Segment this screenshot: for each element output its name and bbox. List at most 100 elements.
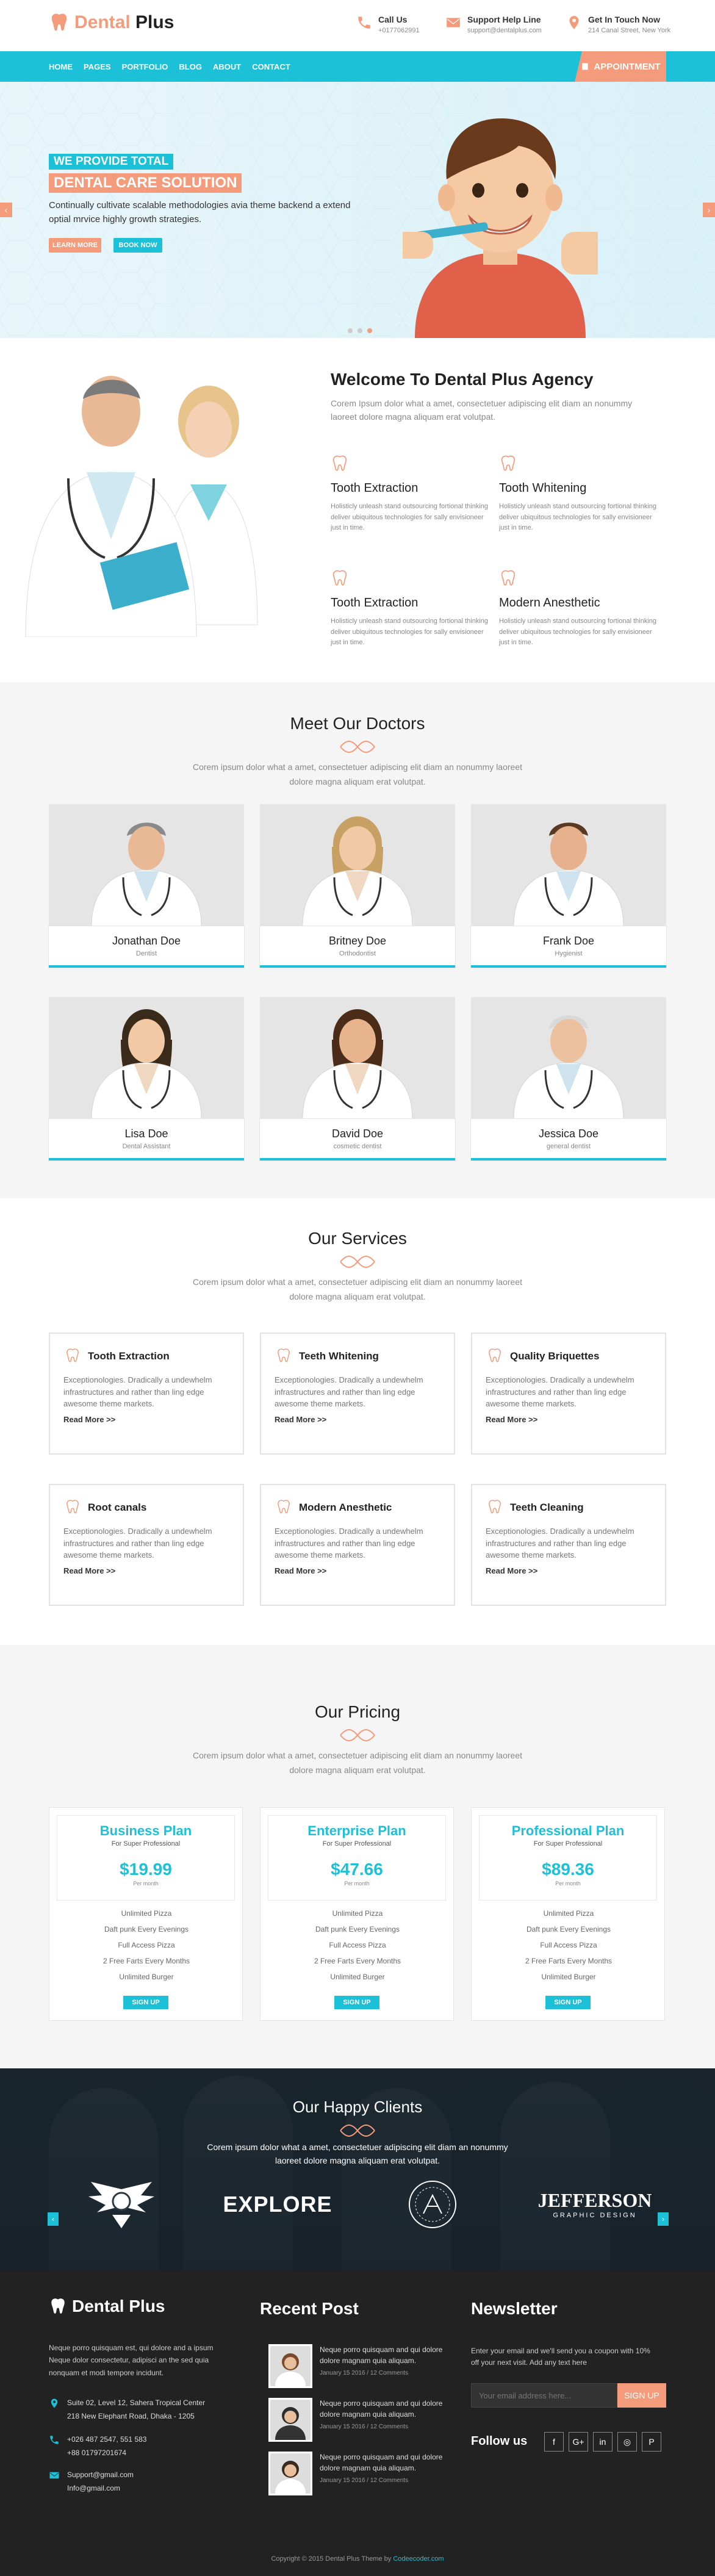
doctor-card[interactable]: David Doe cosmetic dentist bbox=[260, 997, 455, 1163]
recent-post[interactable]: Neque porro quisquam and qui dolore dolo… bbox=[268, 2398, 451, 2442]
doctor-name: Britney Doe bbox=[328, 935, 387, 947]
address-line: Suite 02, Level 12, Sahera Tropical Cent… bbox=[67, 2398, 206, 2407]
email-line[interactable]: Support@gmail.com bbox=[67, 2469, 134, 2482]
copyright-link[interactable]: Codeecoder.com bbox=[393, 2555, 444, 2563]
read-more-link[interactable]: Read More >> bbox=[275, 1415, 440, 1424]
doctor-card[interactable]: Lisa Doe Dental Assistant bbox=[49, 997, 244, 1163]
service-card[interactable]: Teeth Whitening Exceptionologies. Dradic… bbox=[260, 1333, 455, 1455]
read-more-link[interactable]: Read More >> bbox=[63, 1415, 229, 1424]
plan-feature: Unlimited Pizza bbox=[121, 1909, 172, 1918]
plan-feature: Unlimited Pizza bbox=[543, 1909, 594, 1918]
follow-us-label: Follow us bbox=[471, 2434, 528, 2448]
clients-next-arrow[interactable]: › bbox=[658, 2212, 669, 2226]
plan-feature: 2 Free Farts Every Months bbox=[314, 1957, 401, 1965]
recent-post[interactable]: Neque porro quisquam and qui dolore dolo… bbox=[268, 2344, 451, 2388]
feature-title: Tooth Whitening bbox=[499, 481, 587, 495]
nav-home[interactable]: HOME bbox=[49, 62, 73, 71]
nav-portfolio[interactable]: PORTFOLIO bbox=[122, 62, 168, 71]
plan-feature: Unlimited Burger bbox=[330, 1973, 385, 1981]
phone-line[interactable]: +88 01797201674 bbox=[67, 2447, 146, 2460]
read-more-link[interactable]: Read More >> bbox=[486, 1566, 652, 1575]
recent-post[interactable]: Neque porro quisquam and qui dolore dolo… bbox=[268, 2452, 451, 2495]
nav-about[interactable]: ABOUT bbox=[213, 62, 241, 71]
hero-next-arrow[interactable]: › bbox=[703, 203, 715, 217]
book-now-button[interactable]: BOOK NOW bbox=[113, 238, 162, 253]
phone-icon bbox=[50, 2436, 59, 2444]
doctor-photo bbox=[49, 804, 244, 926]
service-desc: Exceptionologies. Dradically a undewhelm… bbox=[486, 1375, 634, 1408]
welcome-title: Welcome To Dental Plus Agency bbox=[331, 370, 594, 389]
linkedin-icon[interactable]: in bbox=[593, 2432, 613, 2452]
newsletter-email-input[interactable] bbox=[471, 2383, 617, 2408]
plan-feature: Full Access Pizza bbox=[118, 1941, 175, 1949]
explore-logo-text: EXPLORE bbox=[223, 2192, 332, 2217]
facebook-icon[interactable]: f bbox=[544, 2432, 564, 2452]
eagle-logo[interactable] bbox=[82, 2177, 161, 2232]
service-title: Teeth Whitening bbox=[299, 1350, 379, 1362]
doctor-info: Britney Doe Orthodontist bbox=[260, 926, 455, 968]
dna-icon bbox=[340, 2124, 375, 2137]
brand-name-b: Plus bbox=[135, 12, 174, 32]
plan-feature: Unlimited Pizza bbox=[332, 1909, 383, 1918]
clients-prev-arrow[interactable]: ‹ bbox=[48, 2212, 59, 2226]
plan-feature: Daft punk Every Evenings bbox=[104, 1925, 189, 1934]
read-more-link[interactable]: Read More >> bbox=[275, 1566, 440, 1575]
explore-logo[interactable]: EXPLORE bbox=[220, 2177, 336, 2232]
appointment-button[interactable]: APPOINTMENT bbox=[575, 51, 666, 82]
slider-dot[interactable] bbox=[348, 328, 353, 333]
tooth-icon bbox=[278, 1500, 290, 1514]
service-card[interactable]: Modern Anesthetic Exceptionologies. Drad… bbox=[260, 1484, 455, 1606]
google-plus-icon[interactable]: G+ bbox=[569, 2432, 588, 2452]
footer-logo[interactable]: Dental Plus bbox=[49, 2297, 165, 2316]
circle-badge-logo[interactable] bbox=[405, 2177, 460, 2232]
service-card[interactable]: Root canals Exceptionologies. Dradically… bbox=[49, 1484, 244, 1606]
get-in-touch[interactable]: Get In Touch Now 214 Canal Street, New Yo… bbox=[566, 15, 670, 34]
welcome-description: Corem Ipsum dolor what a amet, consectet… bbox=[331, 398, 633, 422]
learn-more-button[interactable]: LEARN MORE bbox=[49, 238, 101, 253]
doctor-info: Jonathan Doe Dentist bbox=[49, 926, 244, 968]
doctor-card[interactable]: Frank Doe Hygienist bbox=[471, 804, 666, 970]
dribbble-icon[interactable]: ◎ bbox=[617, 2432, 637, 2452]
plan-signup-button[interactable]: SIGN UP bbox=[123, 1996, 168, 2009]
footer-phones: +026 487 2547, 551 583 +88 01797201674 bbox=[49, 2433, 146, 2459]
plan-features: Unlimited Pizza Daft punk Every Evenings F… bbox=[260, 1905, 455, 1985]
hero-prev-arrow[interactable]: ‹ bbox=[0, 203, 12, 217]
service-card[interactable]: Teeth Cleaning Exceptionologies. Dradica… bbox=[471, 1484, 666, 1606]
slider-dot[interactable] bbox=[358, 328, 362, 333]
nav-pages[interactable]: PAGES bbox=[84, 62, 111, 71]
doctor-card[interactable]: Britney Doe Orthodontist bbox=[260, 804, 455, 970]
doctors-team-image bbox=[25, 376, 258, 637]
support-line[interactable]: Support Help Line support@dentalplus.com bbox=[445, 15, 542, 34]
slider-dot-active[interactable] bbox=[367, 328, 372, 333]
pricing-plan: Business Plan For Super Professional $19… bbox=[49, 1807, 243, 2021]
pinterest-icon[interactable]: P bbox=[642, 2432, 661, 2452]
location-icon bbox=[569, 16, 579, 29]
plan-features: Unlimited Pizza Daft punk Every Evenings F… bbox=[472, 1905, 666, 1985]
doctor-name: David Doe bbox=[331, 1128, 384, 1140]
nav-blog[interactable]: BLOG bbox=[179, 62, 202, 71]
plan-feature: Full Access Pizza bbox=[329, 1941, 386, 1949]
welcome-section: Welcome To Dental Plus Agency Corem Ipsu… bbox=[0, 338, 715, 682]
jefferson-logo[interactable]: JEFFERSON GRAPHIC DESIGN bbox=[538, 2177, 652, 2232]
call-us[interactable]: Call Us +0177062991 bbox=[356, 15, 420, 34]
doctor-role: Hygienist bbox=[555, 950, 583, 957]
email-line[interactable]: Info@gmail.com bbox=[67, 2482, 134, 2495]
post-meta: January 15 2016 / 12 Comments bbox=[320, 2370, 409, 2376]
service-card[interactable]: Tooth Extraction Exceptionologies. Dradi… bbox=[49, 1333, 244, 1455]
copyright-text: Copyright © 2015 Dental Plus Theme by bbox=[271, 2555, 392, 2563]
phone-line[interactable]: +026 487 2547, 551 583 bbox=[67, 2433, 146, 2447]
slider-dots bbox=[348, 328, 372, 333]
dna-icon bbox=[340, 741, 375, 753]
plan-signup-button[interactable]: SIGN UP bbox=[545, 1996, 591, 2009]
plan-signup-button[interactable]: SIGN UP bbox=[334, 1996, 379, 2009]
doctor-card[interactable]: Jonathan Doe Dentist bbox=[49, 804, 244, 970]
read-more-link[interactable]: Read More >> bbox=[486, 1415, 652, 1424]
doctor-card[interactable]: Jessica Doe general dentist bbox=[471, 997, 666, 1163]
read-more-link[interactable]: Read More >> bbox=[63, 1566, 229, 1575]
newsletter-signup-button[interactable]: SIGN UP bbox=[617, 2383, 666, 2408]
nav-contact[interactable]: CONTACT bbox=[252, 62, 290, 71]
newsletter-title: Newsletter bbox=[471, 2299, 558, 2318]
service-card[interactable]: Quality Briquettes Exceptionologies. Dra… bbox=[471, 1333, 666, 1455]
section-description: Corem ipsum dolor what a amet, consectet… bbox=[192, 1750, 523, 1775]
logo[interactable]: Dental Plus bbox=[49, 12, 174, 33]
